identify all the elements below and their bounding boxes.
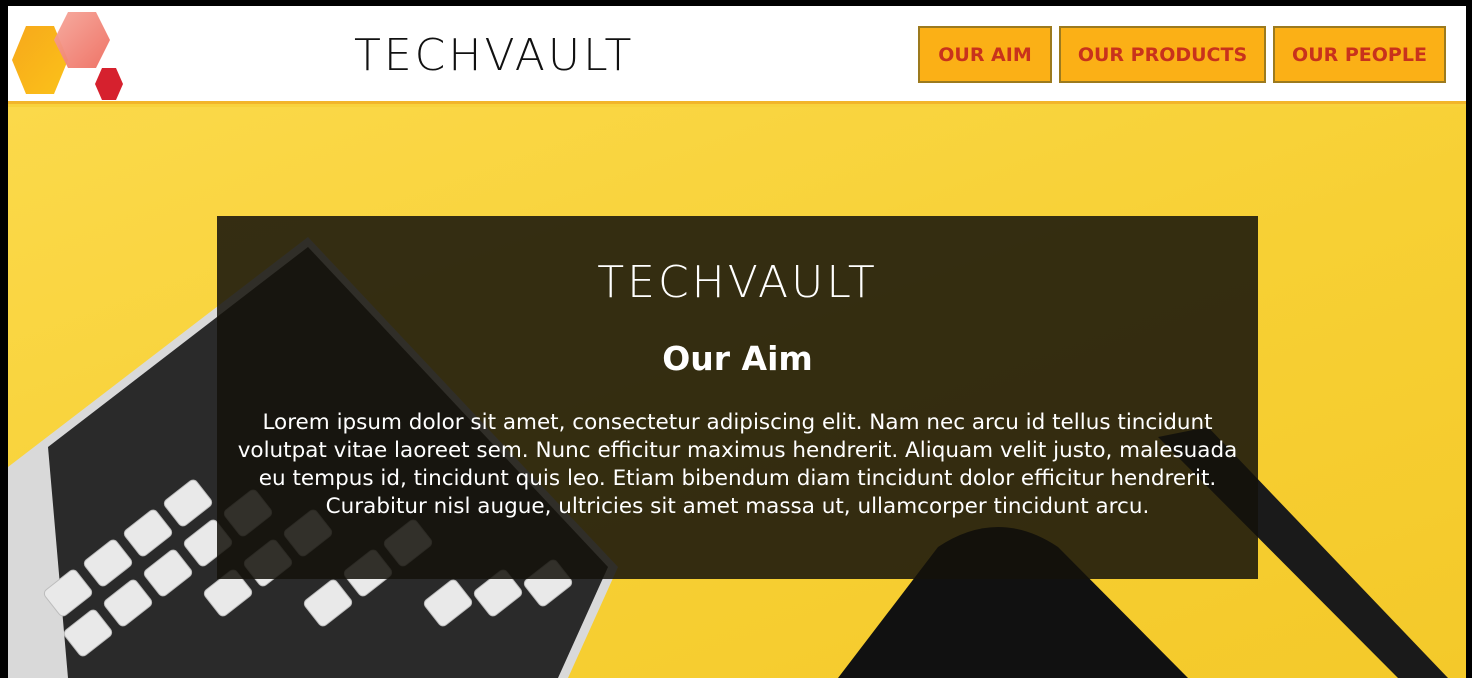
site-header: TECHVAULT OUR AIM OUR PRODUCTS OUR PEOPL… <box>8 6 1466 104</box>
about-panel: TECHVAULT Our Aim Lorem ipsum dolor sit … <box>217 216 1258 579</box>
section-title: Our Aim <box>662 339 813 378</box>
nav-our-aim-button[interactable]: OUR AIM <box>918 26 1052 83</box>
panel-brand-logo: TECHVAULT <box>217 261 1258 305</box>
main-nav: OUR AIM OUR PRODUCTS OUR PEOPLE <box>918 26 1446 83</box>
hero-background-image: TECHVAULT Our Aim Lorem ipsum dolor sit … <box>8 107 1466 678</box>
brand-name: TECHVAULT <box>354 30 635 81</box>
hexagon-logo-icon[interactable] <box>10 10 128 102</box>
brand-logo[interactable]: TECHVAULT <box>354 34 664 78</box>
nav-our-products-button[interactable]: OUR PRODUCTS <box>1059 26 1266 83</box>
page: TECHVAULT OUR AIM OUR PRODUCTS OUR PEOPL… <box>8 6 1466 678</box>
panel-brand-name: TECHVAULT <box>597 257 878 308</box>
nav-our-people-button[interactable]: OUR PEOPLE <box>1273 26 1446 83</box>
section-body-text: Lorem ipsum dolor sit amet, consectetur … <box>237 410 1238 519</box>
